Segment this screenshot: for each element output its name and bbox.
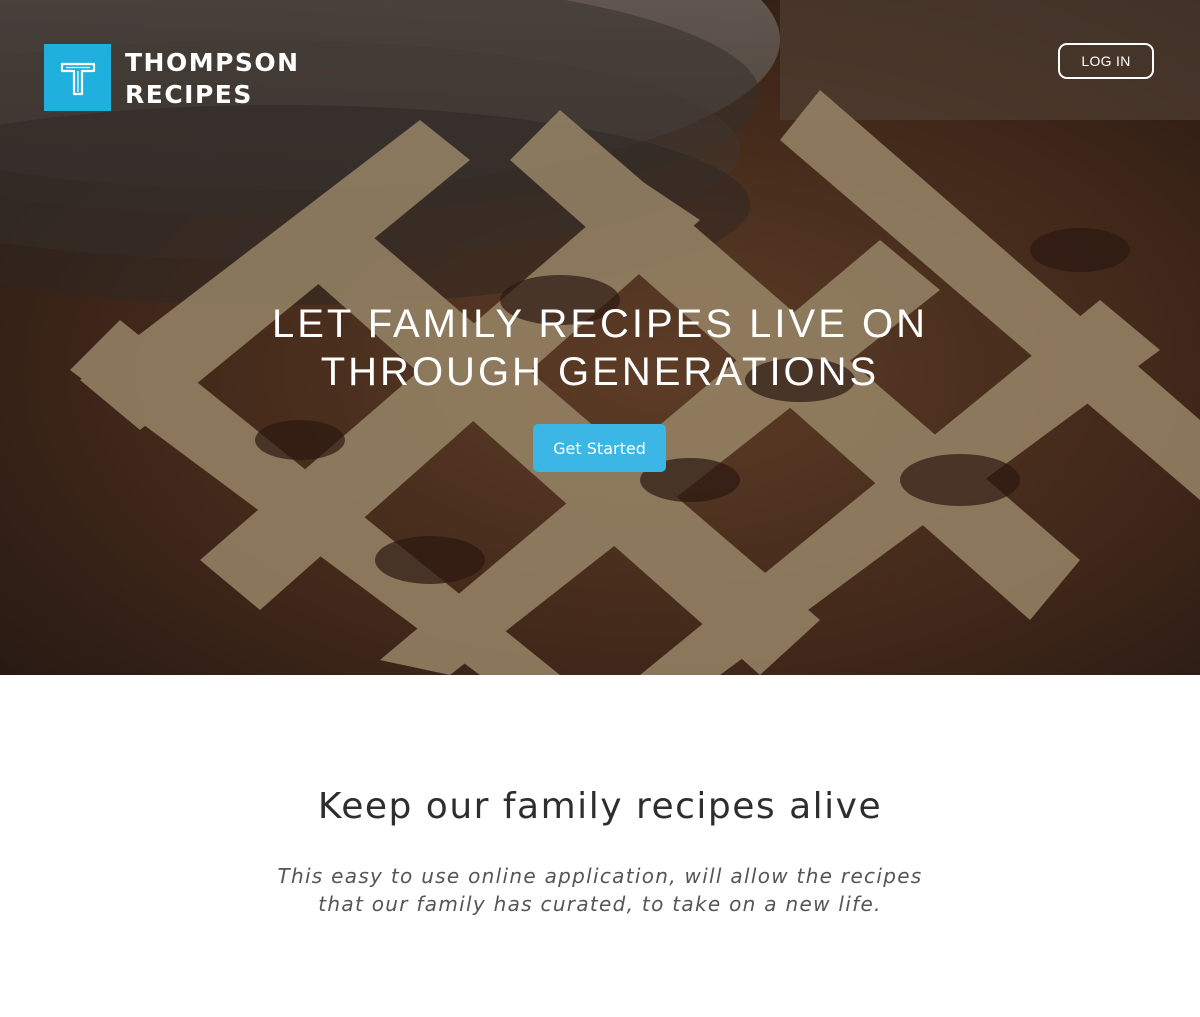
get-started-button[interactable]: Get Started bbox=[533, 424, 666, 472]
login-button[interactable]: LOG IN bbox=[1058, 43, 1154, 79]
hero-title: LET FAMILY RECIPES LIVE ON THROUGH GENER… bbox=[200, 300, 1000, 396]
hero-title-line1: LET FAMILY RECIPES LIVE ON bbox=[272, 302, 928, 346]
intro-text-line1: This easy to use online application, wil… bbox=[277, 864, 923, 888]
hero-section: THOMPSON RECIPES LOG IN LET FAMILY RECIP… bbox=[0, 0, 1200, 675]
landing-page: THOMPSON RECIPES LOG IN LET FAMILY RECIP… bbox=[0, 0, 1200, 1017]
intro-title: Keep our family recipes alive bbox=[317, 786, 883, 827]
brand-name-line2: RECIPES bbox=[125, 80, 253, 109]
intro-text: This easy to use online application, wil… bbox=[250, 862, 950, 918]
brand-logo[interactable]: THOMPSON RECIPES bbox=[44, 44, 300, 111]
hero-title-line2: THROUGH GENERATIONS bbox=[320, 350, 880, 394]
letter-t-logo-icon bbox=[44, 44, 111, 111]
intro-text-line2: that our family has curated, to take on … bbox=[318, 892, 882, 916]
brand-name-line1: THOMPSON bbox=[125, 48, 300, 77]
brand-name: THOMPSON RECIPES bbox=[125, 47, 300, 111]
